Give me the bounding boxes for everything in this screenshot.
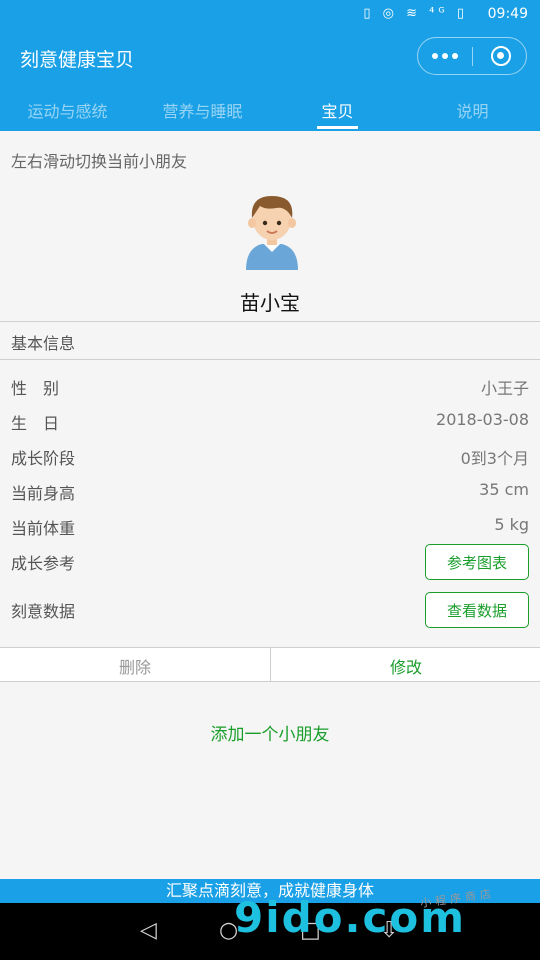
capsule-divider [472, 47, 473, 66]
status-time: 09:49 [487, 6, 528, 22]
tab-bar: 运动与感统 营养与睡眠 宝贝 说明 [0, 86, 540, 131]
tab-about[interactable]: 说明 [405, 98, 540, 122]
status-bar: ▯ ◎ ≋ ⁴ᴳ ▯ 09:49 [0, 0, 540, 30]
gender-value: 小王子 [480, 379, 529, 398]
status-icons: ▯ ◎ ≋ ⁴ᴳ ▯ [363, 6, 468, 21]
deliberate-data-label: 刻意数据 [11, 602, 76, 621]
birthday-label: 生 日 [11, 414, 60, 433]
tab-nutrition[interactable]: 营养与睡眠 [135, 98, 270, 122]
add-child-button[interactable]: 添加一个小朋友 [0, 720, 540, 745]
page-title: 刻意健康宝贝 [20, 49, 135, 71]
tab-baby[interactable]: 宝贝 [270, 98, 405, 122]
swipe-hint: 左右滑动切换当前小朋友 [11, 152, 188, 171]
growth-stage-label: 成长阶段 [11, 449, 76, 468]
back-icon[interactable]: ◁ [140, 918, 157, 943]
divider [0, 359, 540, 360]
baby-name: 苗小宝 [240, 291, 300, 315]
active-tab-indicator [317, 126, 358, 129]
growth-stage-value: 0到3个月 [460, 449, 529, 468]
birthday-value: 2018-03-08 [436, 410, 529, 429]
weight-label: 当前体重 [11, 519, 76, 538]
action-bar: 删除 修改 [0, 647, 540, 682]
section-title-basic-info: 基本信息 [11, 334, 76, 353]
height-value: 35 cm [479, 480, 529, 499]
close-circle-icon[interactable] [491, 46, 511, 66]
weight-value: 5 kg [494, 515, 529, 534]
growth-reference-label: 成长参考 [11, 554, 76, 573]
divider [0, 321, 540, 322]
mini-program-capsule [417, 37, 527, 75]
reference-chart-button[interactable]: 参考图表 [425, 544, 529, 580]
tab-exercise[interactable]: 运动与感统 [0, 98, 135, 122]
edit-button[interactable]: 修改 [271, 654, 540, 678]
height-label: 当前身高 [11, 484, 76, 503]
boy-avatar-icon[interactable] [240, 192, 304, 270]
title-bar: 刻意健康宝贝 [0, 30, 540, 86]
more-icon[interactable] [418, 38, 472, 74]
delete-button[interactable]: 删除 [0, 654, 270, 678]
view-data-button[interactable]: 查看数据 [425, 592, 529, 628]
gender-label: 性 别 [11, 379, 60, 398]
